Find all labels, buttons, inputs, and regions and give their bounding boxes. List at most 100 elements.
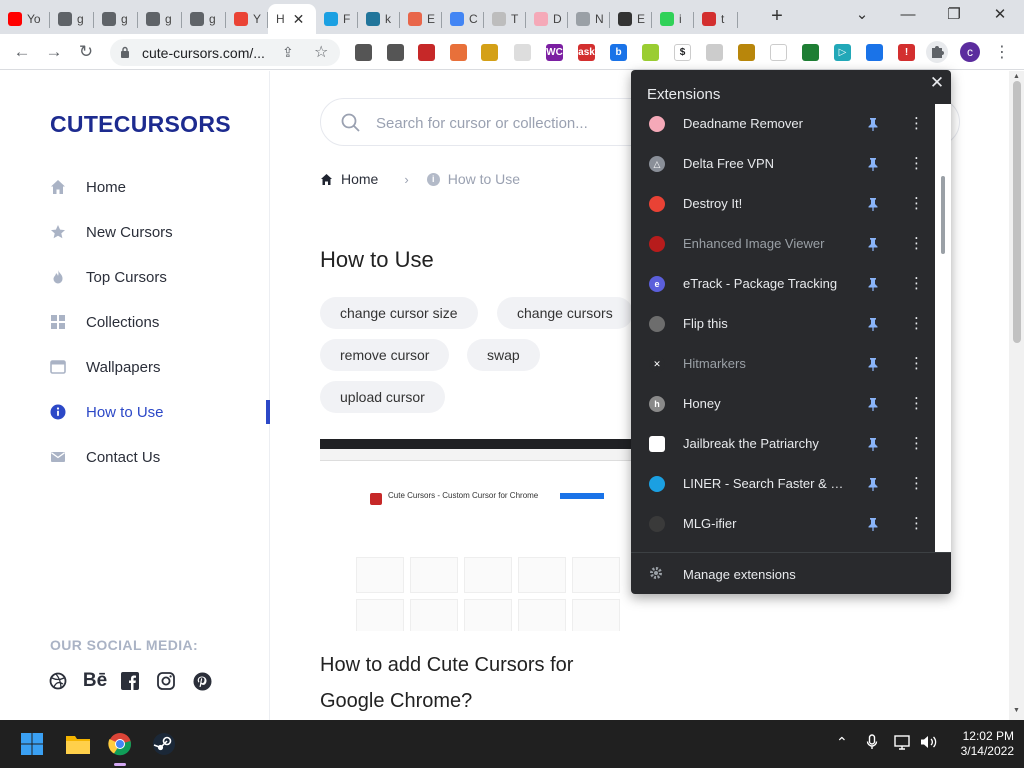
- extension-row[interactable]: MLG-ifier ⋮: [631, 504, 935, 544]
- page-scrollbar[interactable]: ▲ ▼: [1009, 71, 1024, 720]
- tag-chip[interactable]: change cursor size: [320, 297, 478, 329]
- breadcrumb-home[interactable]: Home: [341, 171, 378, 187]
- toolbar-ext-13-icon[interactable]: [738, 44, 755, 61]
- more-options-icon[interactable]: ⋮: [909, 194, 924, 212]
- more-options-icon[interactable]: ⋮: [909, 474, 924, 492]
- behance-icon[interactable]: Bē: [83, 670, 107, 691]
- close-icon[interactable]: ✕: [927, 73, 947, 93]
- browser-tab[interactable]: i: [652, 4, 694, 34]
- reload-button[interactable]: ↻: [76, 42, 96, 62]
- pin-icon[interactable]: [867, 517, 879, 531]
- toolbar-ext-5-icon[interactable]: [481, 44, 498, 61]
- pinterest-icon[interactable]: [192, 671, 212, 691]
- browser-tab[interactable]: E: [610, 4, 652, 34]
- extension-row[interactable]: Destroy It! ⋮: [631, 184, 935, 224]
- back-button[interactable]: ←: [12, 42, 32, 62]
- toolbar-ext-15-icon[interactable]: [802, 44, 819, 61]
- browser-tab[interactable]: g: [50, 4, 94, 34]
- extension-row[interactable]: LINER - Search Faster & Hig... ⋮: [631, 464, 935, 504]
- microphone-icon[interactable]: [866, 734, 878, 753]
- browser-tab[interactable]: g: [138, 4, 182, 34]
- browser-tab[interactable]: T: [484, 4, 526, 34]
- file-explorer-icon[interactable]: [65, 732, 90, 756]
- chrome-menu-icon[interactable]: ⋮: [994, 42, 1010, 62]
- tag-chip[interactable]: remove cursor: [320, 339, 450, 371]
- more-options-icon[interactable]: ⋮: [909, 234, 924, 252]
- tag-chip[interactable]: upload cursor: [320, 381, 445, 413]
- tab-search-icon[interactable]: ⌄: [850, 5, 874, 27]
- browser-tab[interactable]: Y: [226, 4, 268, 34]
- extension-row[interactable]: ✕ Hitmarkers ⋮: [631, 344, 935, 384]
- forward-button[interactable]: →: [44, 42, 64, 62]
- pin-icon[interactable]: [867, 357, 879, 371]
- extensions-puzzle-button[interactable]: [926, 41, 948, 63]
- toolbar-ext-1-icon[interactable]: [355, 44, 372, 61]
- more-options-icon[interactable]: ⋮: [909, 274, 924, 292]
- pin-icon[interactable]: [867, 157, 879, 171]
- toolbar-ext-12-icon[interactable]: [706, 44, 723, 61]
- toolbar-ext-3-icon[interactable]: [418, 44, 435, 61]
- share-icon[interactable]: ⇪: [282, 44, 294, 61]
- windows-start-icon[interactable]: [20, 732, 44, 756]
- tag-chip[interactable]: change cursors: [497, 297, 633, 329]
- toolbar-ext-14-icon[interactable]: [770, 44, 787, 61]
- scroll-down-arrow[interactable]: ▼: [1013, 707, 1020, 714]
- extension-row[interactable]: e eTrack - Package Tracking ⋮: [631, 264, 935, 304]
- more-options-icon[interactable]: ⋮: [909, 354, 924, 372]
- browser-tab[interactable]: Yo: [0, 4, 50, 34]
- toolbar-ext-10-icon[interactable]: [642, 44, 659, 61]
- tag-chip[interactable]: swap: [467, 339, 540, 371]
- browser-tab[interactable]: C: [442, 4, 484, 34]
- toolbar-ext-17-icon[interactable]: [866, 44, 883, 61]
- pin-icon[interactable]: [867, 117, 879, 131]
- manage-extensions-button[interactable]: Manage extensions: [631, 552, 951, 594]
- pin-icon[interactable]: [867, 277, 879, 291]
- nav-item-wallpapers[interactable]: Wallpapers: [50, 355, 160, 379]
- chrome-icon[interactable]: [108, 732, 132, 756]
- nav-item-home[interactable]: Home: [50, 175, 126, 199]
- profile-avatar[interactable]: c: [960, 42, 980, 62]
- nav-item-contact-us[interactable]: Contact Us: [50, 445, 160, 469]
- toolbar-ext-18-icon[interactable]: !: [898, 44, 915, 61]
- extension-row[interactable]: Flip this ⋮: [631, 304, 935, 344]
- toolbar-ext-7-icon[interactable]: WC: [546, 44, 563, 61]
- nav-item-top-cursors[interactable]: Top Cursors: [50, 265, 167, 289]
- scrollbar-thumb[interactable]: [1013, 81, 1021, 343]
- browser-tab[interactable]: k: [358, 4, 400, 34]
- nav-item-how-to-use[interactable]: How to Use: [50, 400, 164, 424]
- browser-tab[interactable]: N: [568, 4, 610, 34]
- tab-close-icon[interactable]: ✕: [293, 11, 305, 28]
- more-options-icon[interactable]: ⋮: [909, 154, 924, 172]
- more-options-icon[interactable]: ⋮: [909, 394, 924, 412]
- browser-tab[interactable]: E: [400, 4, 442, 34]
- extension-row[interactable]: Jailbreak the Patriarchy ⋮: [631, 424, 935, 464]
- extension-row[interactable]: △ Delta Free VPN ⋮: [631, 144, 935, 184]
- instagram-icon[interactable]: [156, 671, 176, 691]
- extension-row[interactable]: Enhanced Image Viewer ⋮: [631, 224, 935, 264]
- taskbar-clock[interactable]: 12:02 PM 3/14/2022: [944, 729, 1014, 759]
- browser-tab[interactable]: D: [526, 4, 568, 34]
- toolbar-ext-16-icon[interactable]: ▷: [834, 44, 851, 61]
- nav-item-collections[interactable]: Collections: [50, 310, 159, 334]
- chevron-up-icon[interactable]: ⌃: [836, 734, 848, 751]
- volume-icon[interactable]: [920, 734, 938, 753]
- pin-icon[interactable]: [867, 477, 879, 491]
- extension-row[interactable]: Deadname Remover ⋮: [631, 104, 935, 144]
- pin-icon[interactable]: [867, 317, 879, 331]
- scroll-up-arrow[interactable]: ▲: [1013, 73, 1020, 80]
- bookmark-star-icon[interactable]: ☆: [314, 42, 328, 62]
- pin-icon[interactable]: [867, 197, 879, 211]
- toolbar-ext-4-icon[interactable]: [450, 44, 467, 61]
- close-window-button[interactable]: ✕: [988, 5, 1012, 27]
- more-options-icon[interactable]: ⋮: [909, 314, 924, 332]
- toolbar-ext-11-icon[interactable]: $: [674, 44, 691, 61]
- network-icon[interactable]: [894, 734, 912, 753]
- browser-tab[interactable]: H ✕: [268, 4, 316, 34]
- more-options-icon[interactable]: ⋮: [909, 114, 924, 132]
- steam-icon[interactable]: [152, 732, 176, 756]
- more-options-icon[interactable]: ⋮: [909, 434, 924, 452]
- minimize-button[interactable]: —: [896, 5, 920, 27]
- restore-button[interactable]: ❐: [942, 5, 966, 27]
- facebook-icon[interactable]: [120, 671, 140, 691]
- browser-tab[interactable]: F: [316, 4, 358, 34]
